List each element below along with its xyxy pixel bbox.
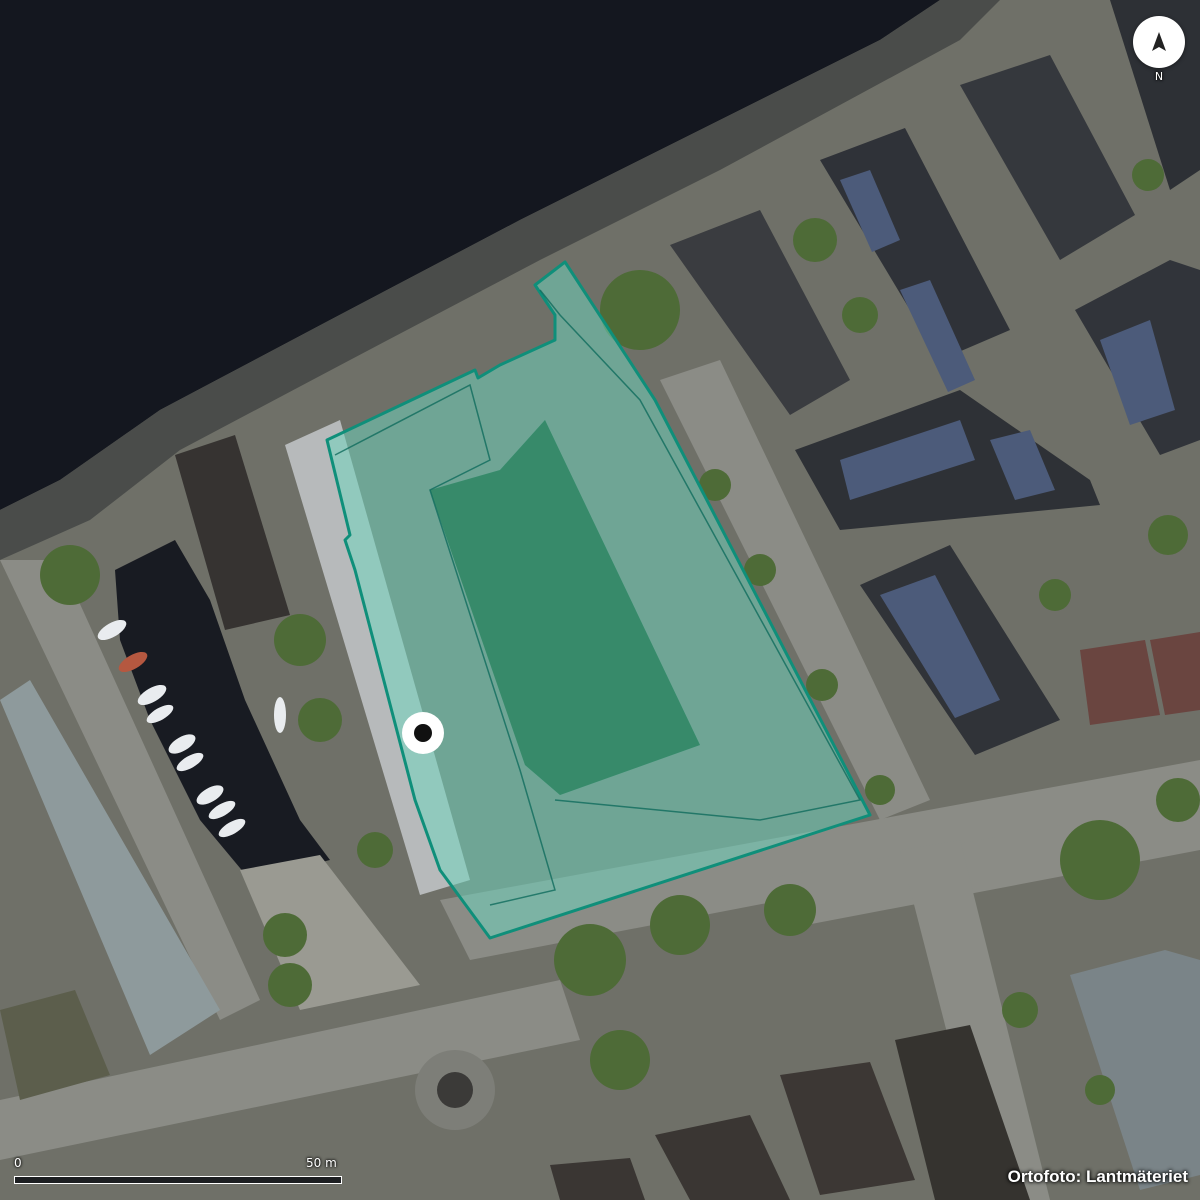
scale-start-label: 0 xyxy=(14,1156,22,1170)
attribution: Ortofoto: Lantmäteriet xyxy=(1007,1167,1188,1186)
scale-bar xyxy=(14,1176,342,1184)
compass-label: N xyxy=(1154,70,1164,83)
orthophoto-layer[interactable] xyxy=(0,0,1200,1200)
map-view[interactable]: N 0 50 m Ortofoto: Lantmäteriet xyxy=(0,0,1200,1200)
scale-end-label: 50 m xyxy=(306,1156,337,1170)
location-pin[interactable] xyxy=(402,712,444,754)
north-arrow-icon xyxy=(1152,32,1166,51)
compass-button[interactable] xyxy=(1133,16,1185,68)
plaza-mural xyxy=(437,1072,473,1108)
